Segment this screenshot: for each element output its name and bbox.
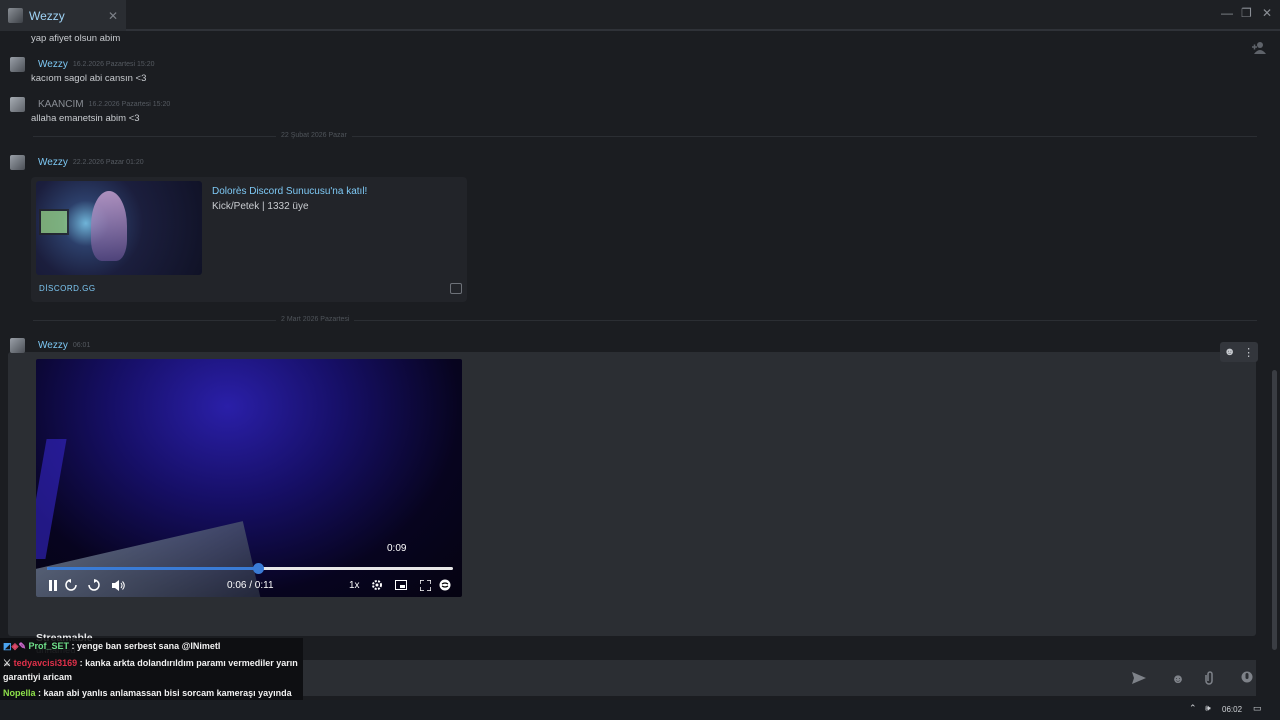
chat-username: tedyavcisi3169 (13, 657, 78, 668)
author-name[interactable]: KAANCIM (38, 99, 84, 110)
volume-icon[interactable]: 🕪 (1205, 703, 1211, 714)
close-icon[interactable]: ✕ (108, 9, 118, 23)
emoji-icon[interactable]: ☻ (1224, 346, 1236, 358)
message-text: kacıom sagol abi cansın <3 (31, 73, 147, 84)
chat-username: Nopella (3, 687, 36, 698)
fullscreen-icon[interactable] (417, 578, 433, 592)
embed-thumbnail[interactable] (36, 181, 202, 275)
video-player[interactable]: 0:09 0:06 / 0:11 1x (36, 359, 462, 597)
chevron-up-icon[interactable]: ⌃ (1189, 703, 1197, 714)
avatar[interactable] (10, 56, 25, 72)
message-header: KAANCIM 16.2.2026 Pazartesi 15:20 (10, 96, 171, 112)
minimize-button[interactable]: — (1221, 6, 1233, 20)
progress-fill (47, 567, 259, 570)
avatar[interactable] (10, 96, 25, 112)
chat-line: ◩◈✎ Prof_SET : yenge ban serbest sana @I… (3, 639, 300, 654)
timestamp: 16.2.2026 Pazartesi 15:20 (72, 60, 155, 68)
timestamp: 16.2.2026 Pazartesi 15:20 (88, 100, 171, 108)
embed-domain[interactable]: DİSCORD.GG (39, 284, 96, 293)
date-divider (33, 136, 1257, 137)
forward-icon[interactable] (87, 578, 101, 592)
seek-tooltip: 0:09 (387, 543, 407, 554)
message-highlight: 0:09 0:06 / 0:11 1x (8, 352, 1256, 656)
time-display: 0:06 / 0:11 (227, 580, 274, 591)
attachment-icon[interactable] (1194, 666, 1224, 690)
avatar[interactable] (10, 154, 25, 170)
volume-icon[interactable] (110, 578, 126, 592)
message-header: Wezzy 16.2.2026 Pazartesi 15:20 (10, 56, 155, 72)
progress-handle[interactable] (253, 563, 265, 574)
timestamp: 22.2.2026 Pazar 01:20 (72, 158, 144, 166)
tab-title: Wezzy (29, 8, 65, 23)
pen-icon: ✎ (18, 641, 26, 651)
date-divider-label: 2 Mart 2026 Pazartesi (276, 316, 355, 323)
sword-icon: ⚔ (3, 657, 12, 668)
send-icon[interactable] (1124, 666, 1154, 690)
invite-embed[interactable]: Dolorès Discord Sunucusu'na katıl! Kick/… (31, 177, 467, 302)
tab-wezzy[interactable]: Wezzy ✕ (0, 0, 126, 31)
author-name[interactable]: Wezzy (38, 157, 68, 168)
message-header: Wezzy 22.2.2026 Pazar 01:20 (10, 154, 144, 170)
streamable-logo-icon[interactable] (437, 578, 453, 592)
chat-text: : yenge ban serbest sana @INimetI (71, 641, 221, 651)
avatar (8, 8, 23, 23)
copy-icon[interactable] (450, 283, 462, 294)
notification-icon[interactable]: ▭ (1253, 703, 1262, 714)
message-text: yap afiyet olsun abim (31, 33, 121, 44)
title-bar: Wezzy ✕ — ❐ ✕ (0, 0, 1280, 31)
pause-icon[interactable] (46, 578, 60, 592)
timestamp: 06:01 (72, 341, 91, 349)
speed-button[interactable]: 1x (349, 580, 360, 591)
date-divider (33, 320, 1257, 321)
settings-gear-icon[interactable] (369, 578, 385, 592)
taskbar: ⌃ 🕪 06:02 ▭ (0, 700, 1280, 720)
avatar[interactable] (10, 337, 25, 353)
message-input[interactable] (303, 660, 1256, 696)
author-name[interactable]: Wezzy (38, 340, 68, 351)
progress-bar[interactable] (47, 563, 453, 574)
scrollbar[interactable] (1272, 370, 1277, 650)
picture-in-picture-icon[interactable] (393, 578, 409, 592)
emoji-icon[interactable]: ☻ (1163, 666, 1193, 690)
chat-line: ⚔ tedyavcisi3169 : kanka arkta dolandırı… (3, 656, 300, 685)
date-divider-label: 22 Şubat 2026 Pazar (276, 132, 352, 139)
add-friend-icon[interactable] (1251, 41, 1266, 54)
badge-icon: ◩ (3, 641, 12, 651)
restore-button[interactable]: ❐ (1241, 6, 1252, 20)
chat-area: yap afiyet olsun abim Wezzy 16.2.2026 Pa… (0, 33, 1280, 660)
clock[interactable]: 06:02 (1222, 705, 1242, 714)
chat-username: Prof_SET (28, 641, 70, 651)
window-close-button[interactable]: ✕ (1262, 6, 1272, 20)
embed-title[interactable]: Dolorès Discord Sunucusu'na katıl! (212, 186, 367, 197)
embed-subtitle: Kick/Petek | 1332 üye (212, 201, 309, 212)
message-text: allaha emanetsin abim <3 (31, 113, 140, 124)
voice-icon[interactable] (1232, 666, 1262, 690)
rewind-icon[interactable] (64, 578, 78, 592)
message-actions: ☻ ⋮ (1220, 342, 1258, 362)
more-options-icon[interactable]: ⋮ (1243, 346, 1254, 359)
author-name[interactable]: Wezzy (38, 59, 68, 70)
message-header: Wezzy 06:01 (10, 337, 91, 353)
